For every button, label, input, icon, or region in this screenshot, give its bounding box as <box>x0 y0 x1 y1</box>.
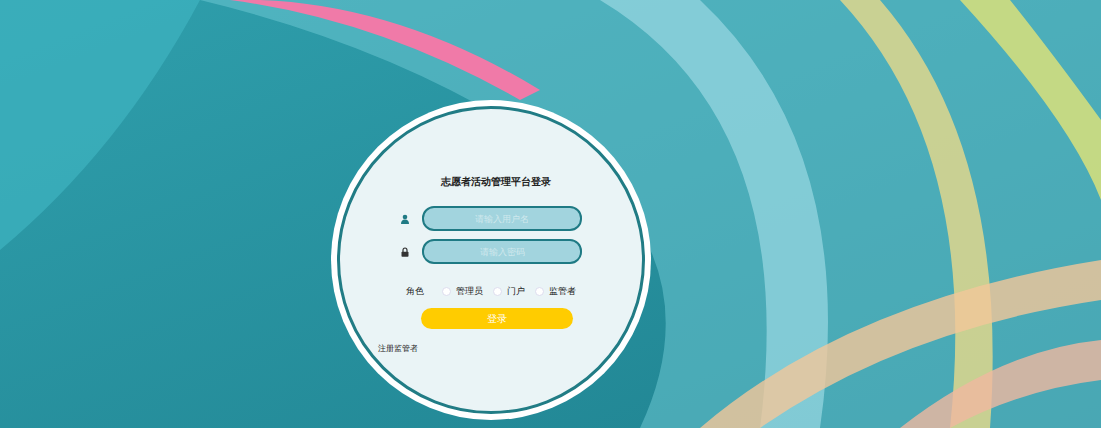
login-button[interactable]: 登录 <box>421 308 573 329</box>
role-option[interactable]: 监管者 <box>535 285 576 298</box>
lock-icon <box>400 247 410 257</box>
role-radio[interactable] <box>442 287 451 296</box>
login-fields <box>400 206 582 264</box>
user-icon <box>400 214 410 224</box>
password-input[interactable] <box>422 239 582 264</box>
role-radio[interactable] <box>535 287 544 296</box>
role-selector: 角色 管理员 门户 监管者 <box>406 285 576 298</box>
role-option-label[interactable]: 管理员 <box>456 285 483 298</box>
login-field <box>400 206 582 231</box>
login-card: 志愿者活动管理平台登录角色 管理员 门户 监管者登录注册监管者 <box>331 100 651 420</box>
role-option-label[interactable]: 门户 <box>507 285 525 298</box>
username-input[interactable] <box>422 206 582 231</box>
role-label: 角色 <box>406 285 424 298</box>
register-link[interactable]: 注册监管者 <box>378 343 418 354</box>
login-field <box>400 239 582 264</box>
role-option[interactable]: 门户 <box>493 285 525 298</box>
role-radio[interactable] <box>493 287 502 296</box>
role-option-label[interactable]: 监管者 <box>549 285 576 298</box>
login-title: 志愿者活动管理平台登录 <box>441 175 551 189</box>
role-option[interactable]: 管理员 <box>442 285 483 298</box>
